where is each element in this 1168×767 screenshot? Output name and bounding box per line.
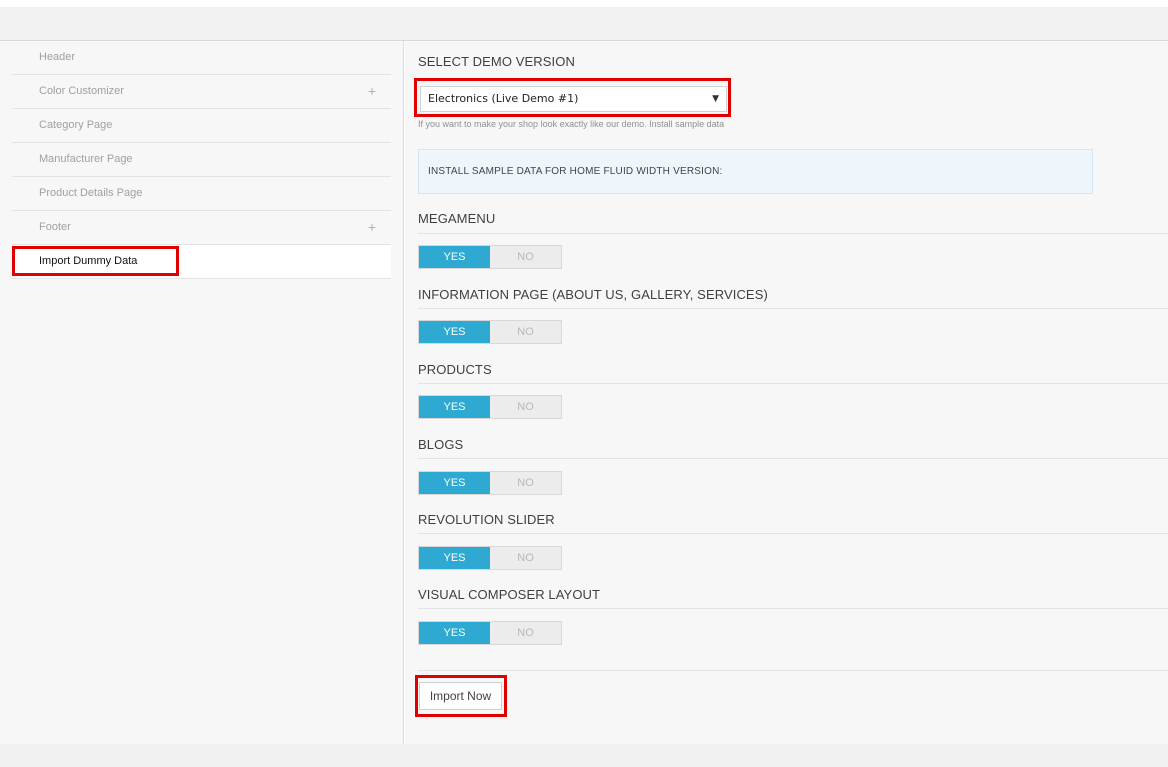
divider	[418, 233, 1168, 234]
toggle-yes-button[interactable]: YES	[419, 246, 490, 268]
chevron-down-icon: ▼	[712, 94, 719, 104]
sidebar-item-import-dummy-data[interactable]: Import Dummy Data	[12, 245, 391, 279]
main-panel: SELECT DEMO VERSION Electronics (Live De…	[405, 41, 1168, 744]
sidebar-item-label: Product Details Page	[39, 187, 143, 199]
toggle-no-button[interactable]: NO	[490, 321, 561, 343]
divider	[418, 533, 1168, 534]
option-title-visual-composer-layout: VISUAL COMPOSER LAYOUT	[418, 587, 601, 602]
sidebar: Header Color Customizer + Category Page …	[0, 41, 404, 744]
divider	[418, 383, 1168, 384]
option-title-revolution-slider: REVOLUTION SLIDER	[418, 512, 555, 527]
demo-version-select[interactable]: Electronics (Live Demo #1) ▼	[420, 86, 727, 112]
demo-version-title: SELECT DEMO VERSION	[418, 54, 575, 69]
sidebar-item-label: Import Dummy Data	[39, 255, 138, 267]
toggle-information-page: YES NO	[418, 320, 562, 344]
sidebar-item-product-details-page[interactable]: Product Details Page	[12, 177, 391, 211]
sidebar-item-category-page[interactable]: Category Page	[12, 109, 391, 143]
sidebar-item-label: Header	[39, 51, 76, 63]
sidebar-item-manufacturer-page[interactable]: Manufacturer Page	[12, 143, 391, 177]
option-title-information-page: INFORMATION PAGE (ABOUT US, GALLERY, SER…	[418, 287, 768, 302]
sidebar-nav: Header Color Customizer + Category Page …	[12, 41, 391, 279]
sidebar-item-label: Manufacturer Page	[39, 153, 133, 165]
toggle-yes-button[interactable]: YES	[419, 472, 490, 494]
toggle-no-button[interactable]: NO	[490, 622, 561, 644]
divider	[418, 458, 1168, 459]
info-text: INSTALL SAMPLE DATA FOR HOME FLUID WIDTH…	[428, 166, 723, 177]
toggle-yes-button[interactable]: YES	[419, 547, 490, 569]
option-title-blogs: BLOGS	[418, 437, 464, 452]
toggle-blogs: YES NO	[418, 471, 562, 495]
toggle-revolution-slider: YES NO	[418, 546, 562, 570]
info-box: INSTALL SAMPLE DATA FOR HOME FLUID WIDTH…	[418, 149, 1093, 194]
bottom-bar	[0, 744, 1168, 767]
sidebar-item-header[interactable]: Header	[12, 41, 391, 75]
sidebar-item-footer[interactable]: Footer +	[12, 211, 391, 245]
import-now-button[interactable]: Import Now	[419, 682, 502, 710]
divider	[418, 608, 1168, 609]
sidebar-item-label: Color Customizer	[39, 85, 124, 97]
toggle-products: YES NO	[418, 395, 562, 419]
option-title-products: PRODUCTS	[418, 362, 492, 377]
toggle-no-button[interactable]: NO	[490, 472, 561, 494]
sidebar-item-label: Footer	[39, 221, 71, 233]
sidebar-item-color-customizer[interactable]: Color Customizer +	[12, 75, 391, 109]
toggle-yes-button[interactable]: YES	[419, 622, 490, 644]
sidebar-item-label: Category Page	[39, 119, 113, 131]
demo-version-value: Electronics (Live Demo #1)	[428, 92, 579, 105]
divider	[418, 308, 1168, 309]
toggle-no-button[interactable]: NO	[490, 547, 561, 569]
toggle-visual-composer-layout: YES NO	[418, 621, 562, 645]
demo-version-hint: If you want to make your shop look exact…	[418, 119, 725, 129]
plus-icon[interactable]: +	[368, 75, 376, 108]
divider	[418, 670, 1168, 671]
toggle-yes-button[interactable]: YES	[419, 321, 490, 343]
toggle-megamenu: YES NO	[418, 245, 562, 269]
plus-icon[interactable]: +	[368, 211, 376, 244]
toggle-yes-button[interactable]: YES	[419, 396, 490, 418]
toggle-no-button[interactable]: NO	[490, 396, 561, 418]
top-bar	[0, 7, 1168, 41]
option-title-megamenu: MEGAMENU	[418, 211, 496, 226]
toggle-no-button[interactable]: NO	[490, 246, 561, 268]
